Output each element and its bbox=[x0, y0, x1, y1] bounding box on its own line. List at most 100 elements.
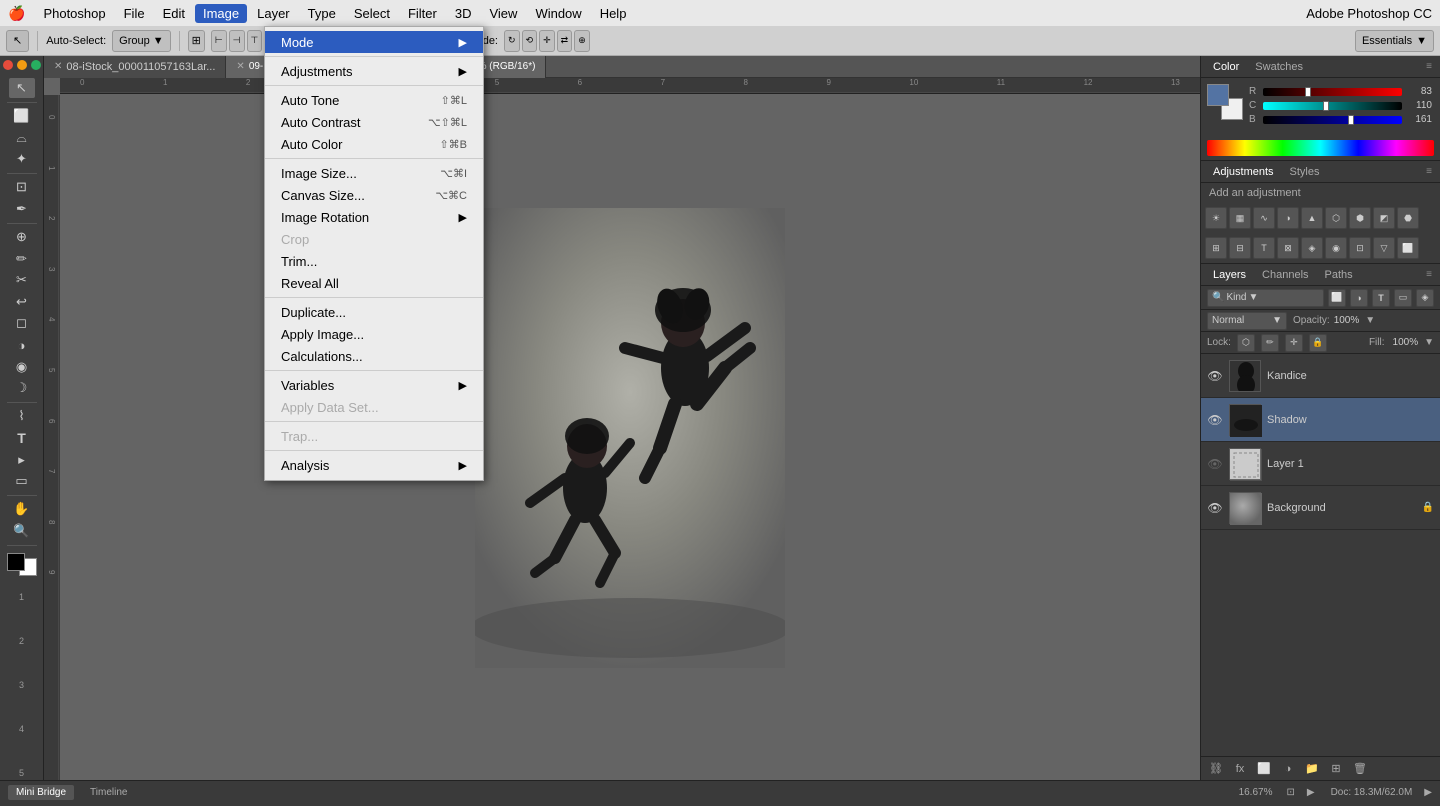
adj-channel-btn[interactable]: ⊞ bbox=[1205, 237, 1227, 259]
lock-all-btn[interactable]: 🔒 bbox=[1309, 334, 1327, 352]
adj-vibrance-btn[interactable]: ▲ bbox=[1301, 207, 1323, 229]
menu-item-image-size[interactable]: Image Size... ⌥⌘I bbox=[265, 162, 483, 184]
marquee-tool[interactable]: ⬜ bbox=[9, 106, 35, 126]
opacity-value[interactable]: 100% bbox=[1334, 315, 1360, 326]
menu-window[interactable]: Window bbox=[527, 4, 589, 23]
menu-item-mode[interactable]: Mode ▶ bbox=[265, 31, 483, 53]
link-layers-btn[interactable]: ⛓ bbox=[1207, 760, 1225, 778]
menu-item-canvas-size[interactable]: Canvas Size... ⌥⌘C bbox=[265, 184, 483, 206]
menu-3d[interactable]: 3D bbox=[447, 4, 480, 23]
adj-selectivecolor-btn[interactable]: ⊡ bbox=[1349, 237, 1371, 259]
hand-tool[interactable]: ✋ bbox=[9, 500, 35, 520]
3d-rotate-btn[interactable]: ↻ bbox=[504, 30, 520, 52]
layer-kind-shape-btn[interactable]: ▭ bbox=[1394, 289, 1412, 307]
shape-tool[interactable]: ▭ bbox=[9, 471, 35, 491]
align-right-btn[interactable]: ⊤ bbox=[247, 30, 263, 52]
menu-file[interactable]: File bbox=[116, 4, 153, 23]
r-slider-thumb[interactable] bbox=[1305, 87, 1311, 97]
new-layer-btn[interactable]: ⊞ bbox=[1327, 760, 1345, 778]
add-style-btn[interactable]: fx bbox=[1231, 760, 1249, 778]
menu-photoshop[interactable]: Photoshop bbox=[35, 4, 113, 23]
eyedropper-tool[interactable]: ✒ bbox=[9, 199, 35, 219]
layer-row-background[interactable]: 👁 Background � bbox=[1201, 486, 1440, 530]
layers-expand-icon[interactable]: ≡ bbox=[1426, 269, 1432, 280]
close-btn[interactable] bbox=[3, 60, 13, 70]
3d-pan-btn[interactable]: ✛ bbox=[539, 30, 555, 52]
color-spectrum-bar[interactable] bbox=[1207, 140, 1434, 156]
fill-value[interactable]: 100% bbox=[1393, 337, 1419, 348]
doc-info-expand[interactable]: ▶ bbox=[1424, 787, 1432, 798]
background-visibility-toggle[interactable]: 👁 bbox=[1207, 500, 1223, 516]
path-select-tool[interactable]: ▸ bbox=[9, 450, 35, 470]
transform-controls-btn[interactable]: ⊞ bbox=[188, 30, 205, 52]
adj-down-btn[interactable]: ▽ bbox=[1373, 237, 1395, 259]
menu-item-duplicate[interactable]: Duplicate... bbox=[265, 301, 483, 323]
menu-item-trim[interactable]: Trim... bbox=[265, 250, 483, 272]
foreground-color[interactable] bbox=[7, 553, 25, 571]
layer-kind-adj-btn[interactable]: ◑ bbox=[1350, 289, 1368, 307]
layer-row-shadow[interactable]: 👁 Shadow bbox=[1201, 398, 1440, 442]
menu-layer[interactable]: Layer bbox=[249, 4, 298, 23]
workspace-selector[interactable]: Essentials ▼ bbox=[1355, 30, 1434, 52]
menu-help[interactable]: Help bbox=[592, 4, 635, 23]
adj-selective-btn[interactable]: ◉ bbox=[1325, 237, 1347, 259]
adj-posterize-btn[interactable]: T bbox=[1253, 237, 1275, 259]
clone-stamp-tool[interactable]: ✂ bbox=[9, 271, 35, 291]
menu-item-adjustments[interactable]: Adjustments ▶ bbox=[265, 60, 483, 82]
maximize-btn[interactable] bbox=[31, 60, 41, 70]
brush-tool[interactable]: ✏ bbox=[9, 249, 35, 269]
adj-trash-btn[interactable]: ⬜ bbox=[1397, 237, 1419, 259]
align-left-btn[interactable]: ⊢ bbox=[211, 30, 227, 52]
menu-edit[interactable]: Edit bbox=[155, 4, 193, 23]
menu-view[interactable]: View bbox=[481, 4, 525, 23]
adjustments-tab[interactable]: Adjustments bbox=[1209, 164, 1278, 180]
layer-kind-smart-btn[interactable]: ◈ bbox=[1416, 289, 1434, 307]
mini-bridge-tab[interactable]: Mini Bridge bbox=[8, 785, 74, 800]
adj-exposure-btn[interactable]: ◑ bbox=[1277, 207, 1299, 229]
blend-mode-selector[interactable]: Normal ▼ bbox=[1207, 312, 1287, 330]
doc-tab-1[interactable]: ✕ 08-iStock_000011057163Lar... bbox=[44, 56, 226, 78]
menu-select[interactable]: Select bbox=[346, 4, 398, 23]
menu-image[interactable]: Image bbox=[195, 4, 247, 23]
text-tool[interactable]: T bbox=[9, 428, 35, 448]
pen-tool[interactable]: ⌇ bbox=[9, 407, 35, 427]
canvas-toggle-btn[interactable]: ⊡ bbox=[1286, 787, 1294, 798]
layer1-visibility-toggle[interactable]: 👁 bbox=[1207, 456, 1223, 472]
lock-transparent-btn[interactable]: ⬡ bbox=[1237, 334, 1255, 352]
zoom-tool[interactable]: 🔍 bbox=[9, 521, 35, 541]
layers-tab[interactable]: Layers bbox=[1209, 267, 1250, 283]
adj-invert-btn[interactable]: ⊟ bbox=[1229, 237, 1251, 259]
apple-menu[interactable]: 🍎 bbox=[8, 5, 25, 22]
add-adjustment-layer-btn[interactable]: ◑ bbox=[1279, 760, 1297, 778]
panel-expand-icon[interactable]: ≡ bbox=[1426, 61, 1432, 72]
swatches-tab[interactable]: Swatches bbox=[1251, 59, 1307, 75]
timeline-tab[interactable]: Timeline bbox=[82, 785, 135, 800]
adj-panel-expand[interactable]: ≡ bbox=[1426, 166, 1432, 177]
r-slider-track[interactable] bbox=[1263, 88, 1402, 96]
layer-row-kandice[interactable]: 👁 Kandice bbox=[1201, 354, 1440, 398]
dodge-tool[interactable]: ☽ bbox=[9, 378, 35, 398]
lock-position-btn[interactable]: ✛ bbox=[1285, 334, 1303, 352]
quick-select-tool[interactable]: ✦ bbox=[9, 149, 35, 169]
adj-curves-btn[interactable]: ∿ bbox=[1253, 207, 1275, 229]
layer-filter-kind[interactable]: 🔍 Kind ▼ bbox=[1207, 289, 1324, 307]
lock-pixels-btn[interactable]: ✏ bbox=[1261, 334, 1279, 352]
layer-row-layer1[interactable]: 👁 Layer 1 bbox=[1201, 442, 1440, 486]
paths-tab[interactable]: Paths bbox=[1321, 267, 1357, 283]
menu-item-auto-tone[interactable]: Auto Tone ⇧⌘L bbox=[265, 89, 483, 111]
adj-levels-btn[interactable]: ▦ bbox=[1229, 207, 1251, 229]
menu-filter[interactable]: Filter bbox=[400, 4, 445, 23]
menu-item-apply-image[interactable]: Apply Image... bbox=[265, 323, 483, 345]
layer-kind-type-btn[interactable]: T bbox=[1372, 289, 1390, 307]
c-slider-thumb[interactable] bbox=[1323, 101, 1329, 111]
menu-item-analysis[interactable]: Analysis ▶ bbox=[265, 454, 483, 476]
shadow-visibility-toggle[interactable]: 👁 bbox=[1207, 412, 1223, 428]
minimize-btn[interactable] bbox=[17, 60, 27, 70]
move-tool-btn[interactable]: ↖ bbox=[6, 30, 29, 52]
adj-brightness-btn[interactable]: ☀ bbox=[1205, 207, 1227, 229]
b-slider-thumb[interactable] bbox=[1348, 115, 1354, 125]
menu-item-image-rotation[interactable]: Image Rotation ▶ bbox=[265, 206, 483, 228]
b-slider-track[interactable] bbox=[1263, 116, 1402, 124]
lasso-tool[interactable]: ⌓ bbox=[9, 128, 35, 148]
kandice-visibility-toggle[interactable]: 👁 bbox=[1207, 368, 1223, 384]
